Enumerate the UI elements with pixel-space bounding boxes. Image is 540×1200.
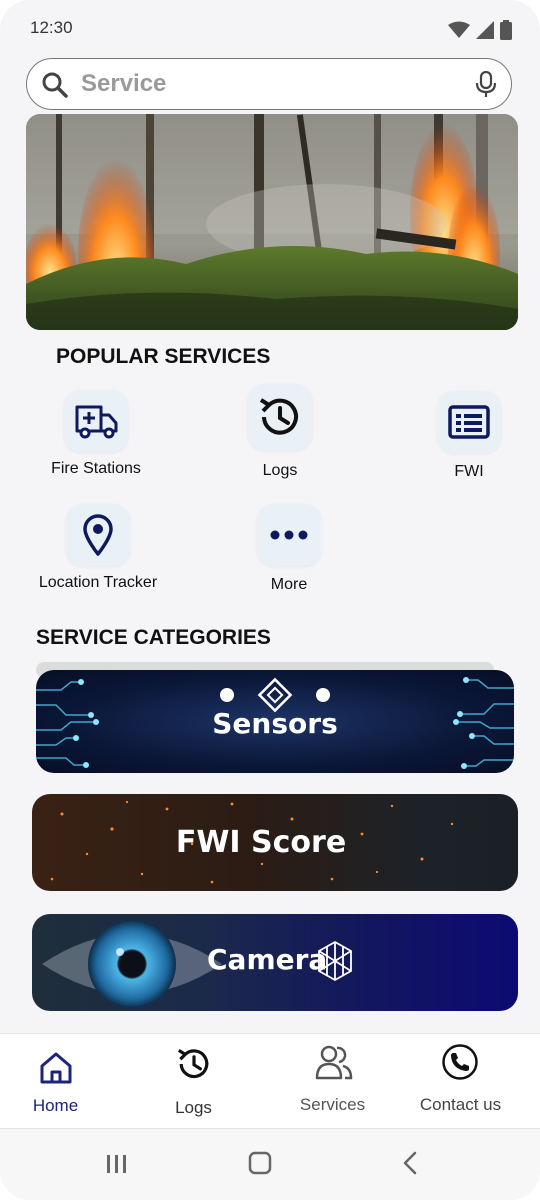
category-label: Camera bbox=[207, 943, 328, 976]
document-list-icon bbox=[448, 405, 490, 439]
service-label: Fire Stations bbox=[51, 460, 141, 477]
cube-network-icon bbox=[318, 940, 352, 982]
service-more[interactable]: More bbox=[224, 504, 354, 594]
search-input[interactable] bbox=[81, 70, 461, 98]
nav-item-logs[interactable]: Logs bbox=[126, 1034, 261, 1129]
service-tile bbox=[437, 391, 501, 453]
category-label: Sensors bbox=[212, 707, 338, 740]
category-card-fwi-score[interactable]: FWI Score bbox=[32, 794, 518, 891]
service-fire-stations[interactable]: Fire Stations bbox=[31, 390, 161, 478]
chip-icon bbox=[257, 677, 293, 713]
recent-apps-icon[interactable] bbox=[106, 1154, 128, 1174]
eye-image bbox=[42, 920, 222, 1008]
search-icon bbox=[42, 72, 68, 98]
service-label: FWI bbox=[454, 463, 484, 480]
service-label: Location Tracker bbox=[38, 574, 158, 591]
category-card-sensors[interactable]: Sensors bbox=[36, 670, 514, 773]
phone-icon bbox=[442, 1044, 478, 1080]
ambulance-icon bbox=[75, 405, 118, 439]
search-bar[interactable] bbox=[26, 58, 512, 110]
nav-item-home[interactable]: Home bbox=[0, 1034, 123, 1129]
category-card-camera[interactable]: Camera bbox=[32, 914, 518, 1011]
app-screen: 12:30 Service POPULAR SERVICES Fire Stat… bbox=[0, 0, 540, 1200]
status-time: 12:30 bbox=[30, 18, 73, 37]
service-tile bbox=[66, 504, 130, 566]
service-categories-title: SERVICE CATEGORIES bbox=[36, 626, 271, 649]
bottom-nav: Home Logs Services Contact us bbox=[0, 1033, 540, 1129]
wifi-icon bbox=[448, 21, 470, 38]
nav-label: Home bbox=[32, 1096, 79, 1115]
history-icon bbox=[259, 398, 298, 435]
users-icon bbox=[315, 1045, 353, 1080]
status-bar: 12:30 bbox=[0, 0, 540, 56]
service-fwi[interactable]: FWI bbox=[404, 391, 534, 481]
forest-fire-image bbox=[26, 114, 518, 330]
more-dots-icon bbox=[270, 530, 308, 540]
nav-label: Contact us bbox=[419, 1095, 502, 1114]
battery-icon bbox=[500, 20, 512, 40]
status-icons bbox=[448, 20, 512, 40]
service-location-tracker[interactable]: Location Tracker bbox=[33, 504, 163, 592]
nav-item-contact-us[interactable]: Contact us bbox=[393, 1034, 528, 1129]
service-logs[interactable]: Logs bbox=[215, 384, 345, 480]
service-tile bbox=[64, 390, 128, 452]
service-tile bbox=[257, 504, 321, 566]
popular-services-title: POPULAR SERVICES bbox=[56, 345, 271, 368]
nav-item-services[interactable]: Services bbox=[265, 1034, 400, 1129]
system-nav-bar bbox=[0, 1128, 540, 1200]
service-tile bbox=[248, 384, 312, 450]
back-icon[interactable] bbox=[402, 1151, 418, 1175]
nav-label: Logs bbox=[175, 1098, 212, 1117]
microphone-icon[interactable] bbox=[475, 71, 497, 99]
history-icon bbox=[177, 1049, 209, 1079]
service-label: More bbox=[270, 576, 308, 593]
location-pin-icon bbox=[83, 514, 113, 556]
signal-icon bbox=[476, 21, 494, 39]
home-icon bbox=[40, 1052, 72, 1084]
nav-label: Services bbox=[299, 1095, 366, 1114]
category-label: FWI Score bbox=[175, 825, 347, 860]
home-button-icon[interactable] bbox=[248, 1151, 272, 1175]
service-label: Logs bbox=[262, 462, 298, 479]
hero-banner bbox=[26, 114, 518, 330]
